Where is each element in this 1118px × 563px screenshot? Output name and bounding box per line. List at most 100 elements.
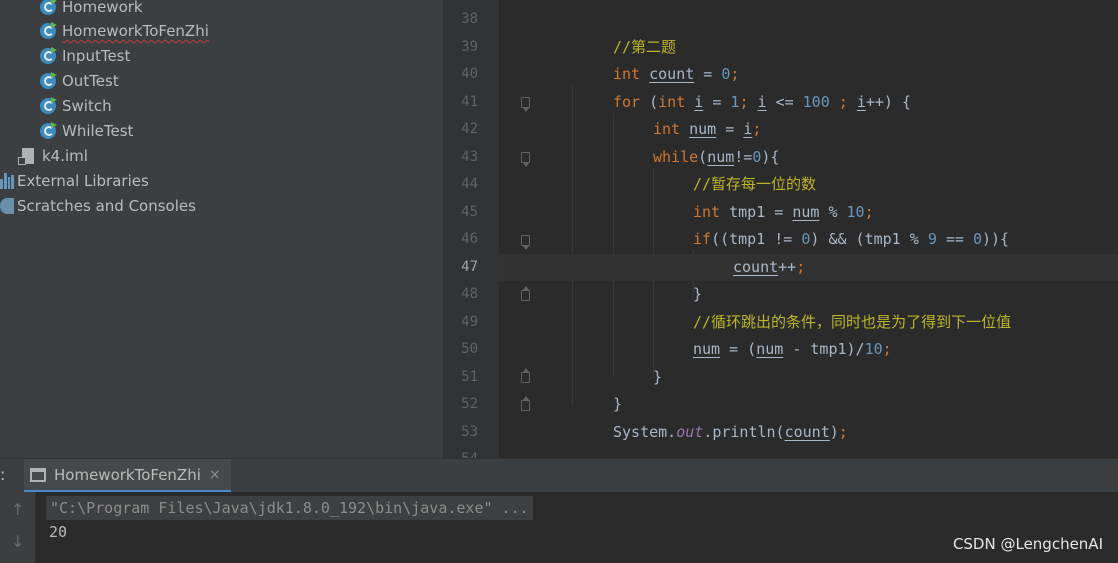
code-text: % <box>819 202 847 221</box>
run-tab-label: HomeworkToFenZhi <box>54 465 201 484</box>
keyword: for <box>613 92 641 111</box>
fold-toggle-icon[interactable] <box>521 152 530 167</box>
code-line[interactable]: 46 if((tmp1 != 0) && (tmp1 % 9 == 0)){ <box>443 226 1118 254</box>
code-line[interactable]: 50 num = (num - tmp1)/10; <box>443 336 1118 364</box>
code-line[interactable]: 43 while(num!=0){ <box>443 144 1118 172</box>
semicolon: ; <box>882 340 892 358</box>
code-line[interactable]: 49 //循环跳出的条件，同时也是为了得到下一位值 <box>443 309 1118 337</box>
identifier: num <box>756 340 784 358</box>
code-text: ++ <box>778 257 797 276</box>
line-number: 39 <box>461 38 478 55</box>
line-number: 54 <box>443 446 499 458</box>
tree-item-label: External Libraries <box>17 172 149 190</box>
tree-item-whiletest[interactable]: WhileTest <box>40 119 133 143</box>
arrow-up-icon[interactable]: ↑ <box>11 500 24 519</box>
code-comment: //暂存每一位的数 <box>693 175 817 193</box>
code-text: .println( <box>703 422 785 441</box>
tree-item-inputtest[interactable]: InputTest <box>40 44 130 68</box>
code-text: } <box>653 367 663 386</box>
code-text: )){ <box>982 230 1010 248</box>
tree-item-homework[interactable]: Homework <box>40 0 143 19</box>
tree-item-label: WhileTest <box>62 122 134 140</box>
semicolon: ; <box>796 257 806 276</box>
number-literal: 0 <box>972 230 982 248</box>
code-line[interactable]: 42 int num = i; <box>443 116 1118 144</box>
code-line[interactable]: 45 int tmp1 = num % 10; <box>443 199 1118 227</box>
java-class-icon <box>40 72 57 89</box>
code-line[interactable]: 53 System.out.println(count); <box>443 419 1118 447</box>
code-line[interactable]: 44 //暂存每一位的数 <box>443 171 1118 199</box>
code-text: ((tmp1 != <box>711 230 802 248</box>
code-text: != <box>734 147 753 166</box>
identifier: count <box>649 65 695 83</box>
keyword: int <box>613 65 641 83</box>
code-text: = <box>716 120 744 138</box>
identifier: count <box>784 422 830 441</box>
tree-item-scratches[interactable]: Scratches and Consoles <box>0 194 196 218</box>
line-number: 40 <box>461 66 478 82</box>
code-line-current[interactable]: 47 count++; <box>443 253 1118 281</box>
code-editor[interactable]: 38 39 //第二题 40 int count = 0; 41 for (in… <box>443 0 1118 458</box>
tree-item-k4-iml[interactable]: k4.iml <box>18 144 88 168</box>
fold-toggle-icon[interactable] <box>521 235 530 250</box>
code-text: - tmp1)/ <box>783 340 865 358</box>
tree-item-label: Switch <box>62 97 112 115</box>
tree-item-label: k4.iml <box>42 147 88 165</box>
semicolon: ; <box>829 92 857 111</box>
identifier: i <box>757 92 767 111</box>
run-toolbar: ↑ ↓ <box>0 492 36 563</box>
semicolon: ; <box>838 422 848 441</box>
identifier: count <box>733 257 779 276</box>
fold-toggle-icon[interactable] <box>521 368 530 383</box>
line-number: 46 <box>461 231 478 247</box>
code-line[interactable]: 38 <box>443 6 1118 34</box>
semicolon: ; <box>864 202 874 221</box>
libraries-icon <box>0 173 14 189</box>
code-text: == <box>936 230 973 248</box>
tree-item-external-libraries[interactable]: External Libraries <box>0 169 149 193</box>
number-literal: 10 <box>846 202 865 221</box>
scratches-icon <box>0 198 14 214</box>
code-line[interactable]: 39 //第二题 <box>443 34 1118 62</box>
code-line[interactable]: 52 } <box>443 391 1118 419</box>
code-text: tmp1 = <box>720 202 793 221</box>
console-output[interactable]: "C:\Program Files\Java\jdk1.8.0_192\bin\… <box>36 492 1118 563</box>
code-line[interactable]: 41 for (int i = 1; i <= 100 ; i++) { <box>443 89 1118 117</box>
tree-item-label: Homework <box>62 0 143 16</box>
code-line[interactable]: 40 int count = 0; <box>443 61 1118 89</box>
tree-item-homeworktofenzhi[interactable]: HomeworkToFenZhi <box>40 19 209 43</box>
fold-toggle-icon[interactable] <box>521 396 530 411</box>
identifier: num <box>707 147 735 166</box>
java-class-icon <box>40 22 57 39</box>
arrow-down-icon[interactable]: ↓ <box>11 532 24 551</box>
code-text: System. <box>613 422 677 441</box>
tree-item-switch[interactable]: Switch <box>40 94 112 118</box>
identifier: i <box>694 92 704 111</box>
semicolon: ; <box>730 65 740 83</box>
code-comment: //循环跳出的条件，同时也是为了得到下一位值 <box>693 312 1012 331</box>
code-line[interactable]: 51 } <box>443 364 1118 392</box>
run-tab[interactable]: HomeworkToFenZhi × <box>24 459 231 493</box>
tool-window-prefix: : <box>0 465 6 484</box>
java-class-icon <box>40 122 57 139</box>
code-comment: //第二题 <box>613 37 677 56</box>
fold-toggle-icon[interactable] <box>521 97 530 112</box>
number-literal: 9 <box>927 230 937 248</box>
keyword: while <box>653 147 699 166</box>
code-text: } <box>613 395 623 413</box>
line-number: 45 <box>461 203 478 220</box>
line-number: 38 <box>461 11 478 27</box>
code-line[interactable]: 54 <box>443 446 1118 458</box>
number-literal: 10 <box>864 340 883 358</box>
keyword: int <box>653 120 681 138</box>
close-icon[interactable]: × <box>209 467 221 483</box>
identifier: num <box>693 340 721 358</box>
line-number: 47 <box>443 253 499 281</box>
line-number: 50 <box>461 341 478 357</box>
semicolon: ; <box>752 120 762 138</box>
line-number: 49 <box>461 313 478 330</box>
code-text: } <box>693 285 703 303</box>
fold-toggle-icon[interactable] <box>521 286 530 301</box>
code-line[interactable]: 48 } <box>443 281 1118 309</box>
tree-item-outtest[interactable]: OutTest <box>40 69 119 93</box>
